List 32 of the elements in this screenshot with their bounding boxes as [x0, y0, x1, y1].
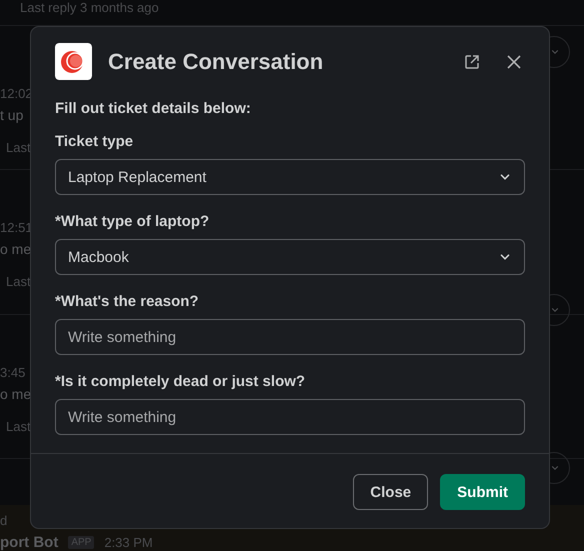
field-label: *Is it completely dead or just slow?: [55, 373, 306, 390]
chevron-down-icon: [550, 305, 560, 315]
reply-count: Last: [6, 140, 31, 155]
reply-count: Last: [6, 418, 31, 434]
message-text: o me: [0, 241, 32, 258]
app-logo: [55, 43, 92, 80]
reply-count: Last: [6, 274, 31, 290]
field-label: *What's the reason?: [55, 293, 200, 310]
reply-count: Last reply 3 months ago: [20, 0, 159, 15]
input-field[interactable]: Write something: [55, 319, 525, 355]
message-text: o me: [0, 386, 32, 402]
message-time: 3:45: [0, 364, 26, 380]
message-time: 2:33 PM: [104, 534, 153, 550]
sender-name: port Bot: [0, 534, 58, 551]
chevron-down-icon: [550, 47, 560, 57]
message-text: d: [0, 512, 8, 528]
field-label: Ticket type: [55, 133, 134, 150]
message-time: 12:51: [0, 220, 33, 236]
chevron-down-icon: [550, 463, 560, 473]
close-button[interactable]: Close: [353, 474, 428, 510]
message-text: t up: [0, 106, 24, 123]
close-icon: [505, 52, 523, 70]
input-field[interactable]: Write something: [55, 399, 525, 435]
select-value: Macbook: [68, 248, 130, 266]
intro-text: Fill out ticket details below:: [55, 100, 252, 117]
select-value: Laptop Replacement: [68, 168, 208, 186]
open-external-icon: [463, 52, 481, 70]
field-label: *What type of laptop?: [55, 213, 210, 230]
modal-title: Create Conversation: [108, 48, 324, 74]
select-field[interactable]: Laptop Replacement: [55, 159, 525, 195]
submit-button[interactable]: Submit: [440, 474, 525, 510]
select-field[interactable]: Macbook: [55, 239, 525, 275]
